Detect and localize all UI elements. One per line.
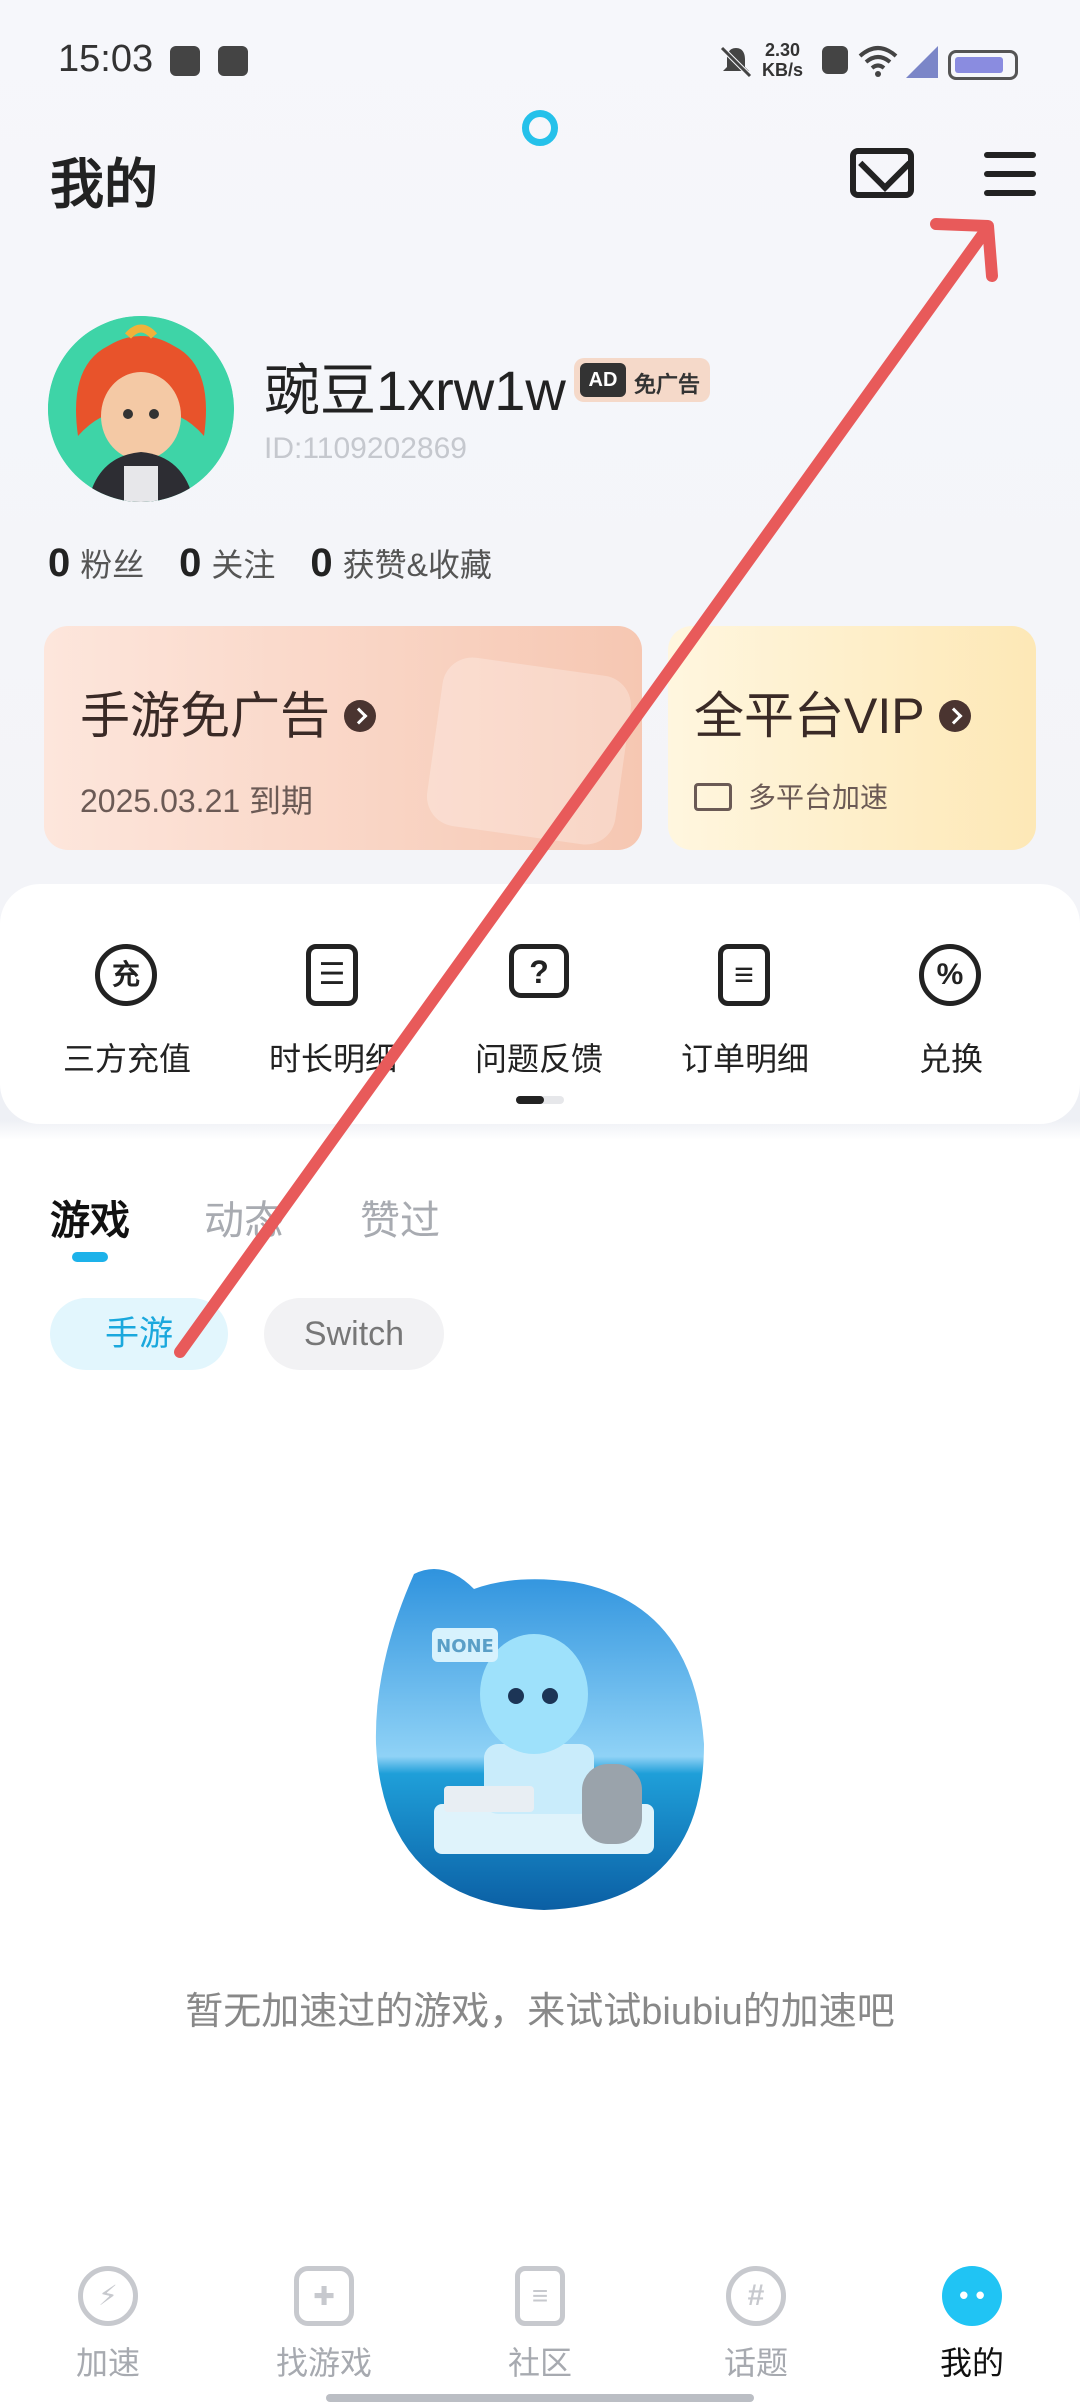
gamepad-icon: ✚ bbox=[294, 2266, 354, 2326]
mute-bell-icon bbox=[720, 46, 752, 78]
wifi-icon bbox=[858, 46, 898, 77]
vip-subtitle: 多平台加速 bbox=[694, 776, 888, 816]
ad-free-expiry: 2025.03.21 到期 bbox=[80, 783, 314, 819]
duration-list-icon: ☰ bbox=[306, 944, 358, 1006]
status-time: 15:03 bbox=[58, 38, 154, 80]
chip-switch[interactable]: Switch bbox=[264, 1298, 444, 1370]
notification-box-icon bbox=[218, 46, 248, 76]
net-speed-unit: KB/s bbox=[762, 60, 804, 80]
net-speed-value: 2.30 bbox=[764, 40, 801, 60]
page: 15:03 2.30 KB/s 我的 豌豆1xrw1w AD 免广告 ID:11… bbox=[0, 0, 1080, 2408]
lightning-icon: ⚡ bbox=[78, 2266, 138, 2326]
ad-badge-logo: AD bbox=[580, 363, 626, 397]
tab-games[interactable]: 游戏 bbox=[50, 1188, 130, 1246]
ad-badge-text: 免广告 bbox=[634, 372, 701, 397]
nav-label: 加速 bbox=[75, 2345, 140, 2381]
notification-app-icon bbox=[170, 46, 200, 76]
ad-watermark-icon bbox=[423, 653, 635, 849]
nav-label: 话题 bbox=[723, 2345, 788, 2381]
sim-card-icon bbox=[822, 46, 848, 74]
empty-state-message: 暂无加速过的游戏，来试试biubiu的加速吧 bbox=[185, 1991, 895, 2033]
menu-icon[interactable] bbox=[984, 152, 1036, 196]
stat-following[interactable]: 0 关注 bbox=[179, 540, 275, 586]
ad-free-title-text: 手游免广告 bbox=[80, 688, 330, 744]
net-speed: 2.30 KB/s bbox=[762, 40, 803, 80]
stat-fans[interactable]: 0 粉丝 bbox=[48, 540, 144, 586]
stat-label: 关注 bbox=[211, 547, 276, 583]
service-label: 问题反馈 bbox=[474, 1041, 603, 1077]
order-icon: ≡ bbox=[718, 944, 770, 1006]
tab-indicator bbox=[72, 1252, 108, 1262]
content-panel: 游戏 动态 赞过 手游 Switch NONE 暂无加速过的游戏，来试试biub… bbox=[0, 1148, 1080, 2248]
battery-icon bbox=[948, 50, 1018, 80]
service-label: 订单明细 bbox=[680, 1041, 809, 1077]
chip-mobile-games[interactable]: 手游 bbox=[50, 1298, 228, 1370]
ad-free-badge: AD 免广告 bbox=[574, 358, 710, 402]
vip-subtitle-text: 多平台加速 bbox=[748, 782, 889, 813]
multi-device-icon bbox=[694, 782, 732, 811]
ad-free-title: 手游免广告 bbox=[80, 676, 376, 748]
signal-icon bbox=[906, 46, 938, 78]
redeem-icon: % bbox=[919, 944, 981, 1006]
chevron-right-icon bbox=[938, 699, 971, 732]
vip-title: 全平台VIP bbox=[694, 676, 971, 748]
stat-count: 0 bbox=[48, 541, 71, 585]
avatar-image bbox=[48, 316, 234, 502]
stats-row: 0 粉丝 0 关注 0 获赞&收藏 bbox=[48, 540, 518, 586]
page-title: 我的 bbox=[50, 155, 158, 215]
home-indicator[interactable] bbox=[326, 2394, 754, 2402]
recharge-icon: 充 bbox=[95, 944, 157, 1006]
service-label: 兑换 bbox=[918, 1041, 983, 1077]
tab-liked[interactable]: 赞过 bbox=[360, 1188, 440, 1246]
nav-label: 社区 bbox=[507, 2345, 572, 2381]
stat-label: 获赞&收藏 bbox=[342, 547, 492, 583]
profile-mascot-icon: • • bbox=[942, 2266, 1002, 2326]
stat-label: 粉丝 bbox=[80, 547, 145, 583]
nav-label: 找游戏 bbox=[275, 2345, 372, 2381]
username: 豌豆1xrw1w bbox=[264, 359, 566, 422]
stat-count: 0 bbox=[179, 541, 202, 585]
stat-likes[interactable]: 0 获赞&收藏 bbox=[310, 540, 492, 586]
avatar[interactable] bbox=[48, 316, 234, 502]
stat-count: 0 bbox=[310, 541, 333, 585]
ad-free-card[interactable]: 手游免广告 2025.03.21 到期 bbox=[44, 626, 642, 850]
feedback-icon: ? bbox=[509, 944, 569, 998]
camera-ring bbox=[522, 110, 558, 146]
page-indicator bbox=[516, 1096, 564, 1104]
service-label: 时长明细 bbox=[268, 1041, 397, 1077]
vip-title-text: 全平台VIP bbox=[694, 688, 925, 744]
empty-state-illustration: NONE bbox=[375, 1569, 704, 1910]
vip-card[interactable]: 全平台VIP 多平台加速 bbox=[668, 626, 1036, 850]
hashtag-icon: # bbox=[726, 2266, 786, 2326]
bottom-nav: ⚡ 加速 ✚ 找游戏 ≡ 社区 # 话题 • • 我的 bbox=[0, 2248, 1080, 2408]
status-bar: 15:03 2.30 KB/s bbox=[0, 0, 1080, 120]
chevron-right-icon bbox=[344, 699, 376, 732]
tab-activity[interactable]: 动态 bbox=[204, 1188, 284, 1246]
user-id: ID:1109202869 bbox=[264, 432, 467, 465]
services-panel: 充 三方充值 ☰ 时长明细 ? 问题反馈 ≡ 订单明细 % 兑换 bbox=[0, 884, 1080, 1124]
document-icon: ≡ bbox=[515, 2266, 565, 2326]
empty-state-badge: NONE bbox=[436, 1636, 494, 1657]
mail-icon[interactable] bbox=[850, 148, 914, 198]
nav-label: 我的 bbox=[939, 2345, 1004, 2381]
service-label: 三方充值 bbox=[62, 1041, 191, 1077]
